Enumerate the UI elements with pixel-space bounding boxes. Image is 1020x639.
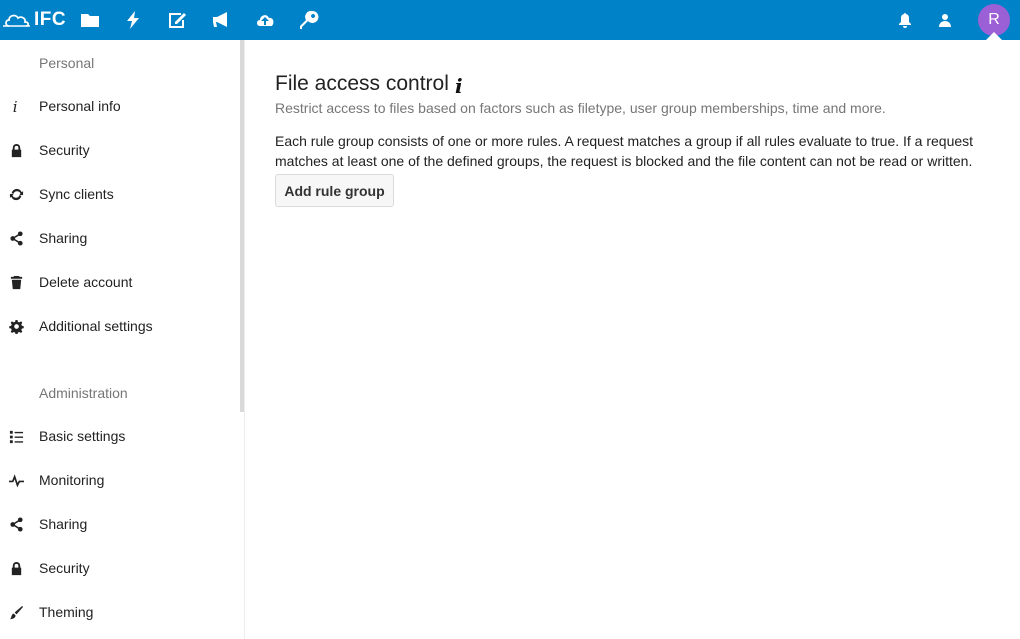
sidebar-item-security[interactable]: Security — [0, 128, 240, 172]
trash-icon — [8, 274, 25, 291]
cloud-logo-icon — [3, 14, 30, 27]
sidebar-item-label: Sync clients — [39, 186, 114, 202]
svg-text:i: i — [13, 99, 18, 114]
sidebar-item-label: Sharing — [39, 516, 88, 532]
logo[interactable]: IFC — [0, 6, 66, 34]
info-icon: i — [8, 98, 25, 115]
sidebar-item-basic-settings[interactable]: Basic settings — [0, 414, 240, 458]
sidebar-item-label: Monitoring — [39, 472, 105, 488]
gear-icon — [8, 318, 25, 335]
sidebar-item-admin-security[interactable]: Security — [0, 546, 240, 590]
page-subtitle: Restrict access to files based on factor… — [275, 100, 886, 116]
brush-icon — [8, 604, 25, 621]
sidebar-item-label: Sharing — [39, 230, 88, 246]
share-icon — [8, 516, 25, 533]
top-header: IFC R — [0, 0, 1020, 40]
announcement-icon[interactable] — [208, 7, 234, 33]
section-title-administration: Administration — [39, 385, 128, 401]
lock-icon — [8, 142, 25, 159]
section-title-personal: Personal — [39, 55, 95, 71]
pulse-icon — [8, 472, 25, 489]
page-title: File access control — [275, 72, 449, 95]
sidebar-item-label: Delete account — [39, 274, 133, 290]
sync-icon — [8, 186, 25, 203]
logo-text: IFC — [34, 9, 67, 30]
list-icon — [8, 428, 25, 445]
menu-caret — [986, 32, 1002, 40]
sidebar-item-label: Additional settings — [39, 318, 153, 334]
avatar-initial: R — [988, 11, 1000, 28]
sidebar-item-sharing[interactable]: Sharing — [0, 216, 240, 260]
sidebar-item-sync-clients[interactable]: Sync clients — [0, 172, 240, 216]
sidebar-item-additional-settings[interactable]: Additional settings — [0, 304, 240, 348]
folder-icon[interactable] — [77, 7, 103, 33]
sidebar-item-label: Theming — [39, 604, 94, 620]
info-icon[interactable]: i — [455, 74, 463, 98]
share-icon — [8, 230, 25, 247]
sidebar-item-label: Personal info — [39, 98, 121, 114]
lock-icon — [8, 560, 25, 577]
notifications-icon[interactable] — [894, 9, 916, 31]
sidebar-scrollbar[interactable] — [240, 40, 244, 412]
sidebar-item-monitoring[interactable]: Monitoring — [0, 458, 240, 502]
sidebar-item-delete-account[interactable]: Delete account — [0, 260, 240, 304]
sidebar-item-admin-sharing[interactable]: Sharing — [0, 502, 240, 546]
key-icon[interactable] — [296, 7, 322, 33]
sidebar-item-label: Security — [39, 560, 90, 576]
sidebar-item-label: Security — [39, 142, 90, 158]
contacts-icon[interactable] — [934, 9, 956, 31]
sidebar-item-label: Basic settings — [39, 428, 126, 444]
sidebar-item-personal-info[interactable]: i Personal info — [0, 84, 240, 128]
activity-icon[interactable] — [120, 7, 146, 33]
add-rule-group-button[interactable]: Add rule group — [275, 174, 394, 207]
rule-description: Each rule group consists of one or more … — [275, 133, 974, 169]
notes-icon[interactable] — [164, 7, 190, 33]
sidebar-item-theming[interactable]: Theming — [0, 590, 240, 634]
cloud-upload-icon[interactable] — [252, 7, 278, 33]
